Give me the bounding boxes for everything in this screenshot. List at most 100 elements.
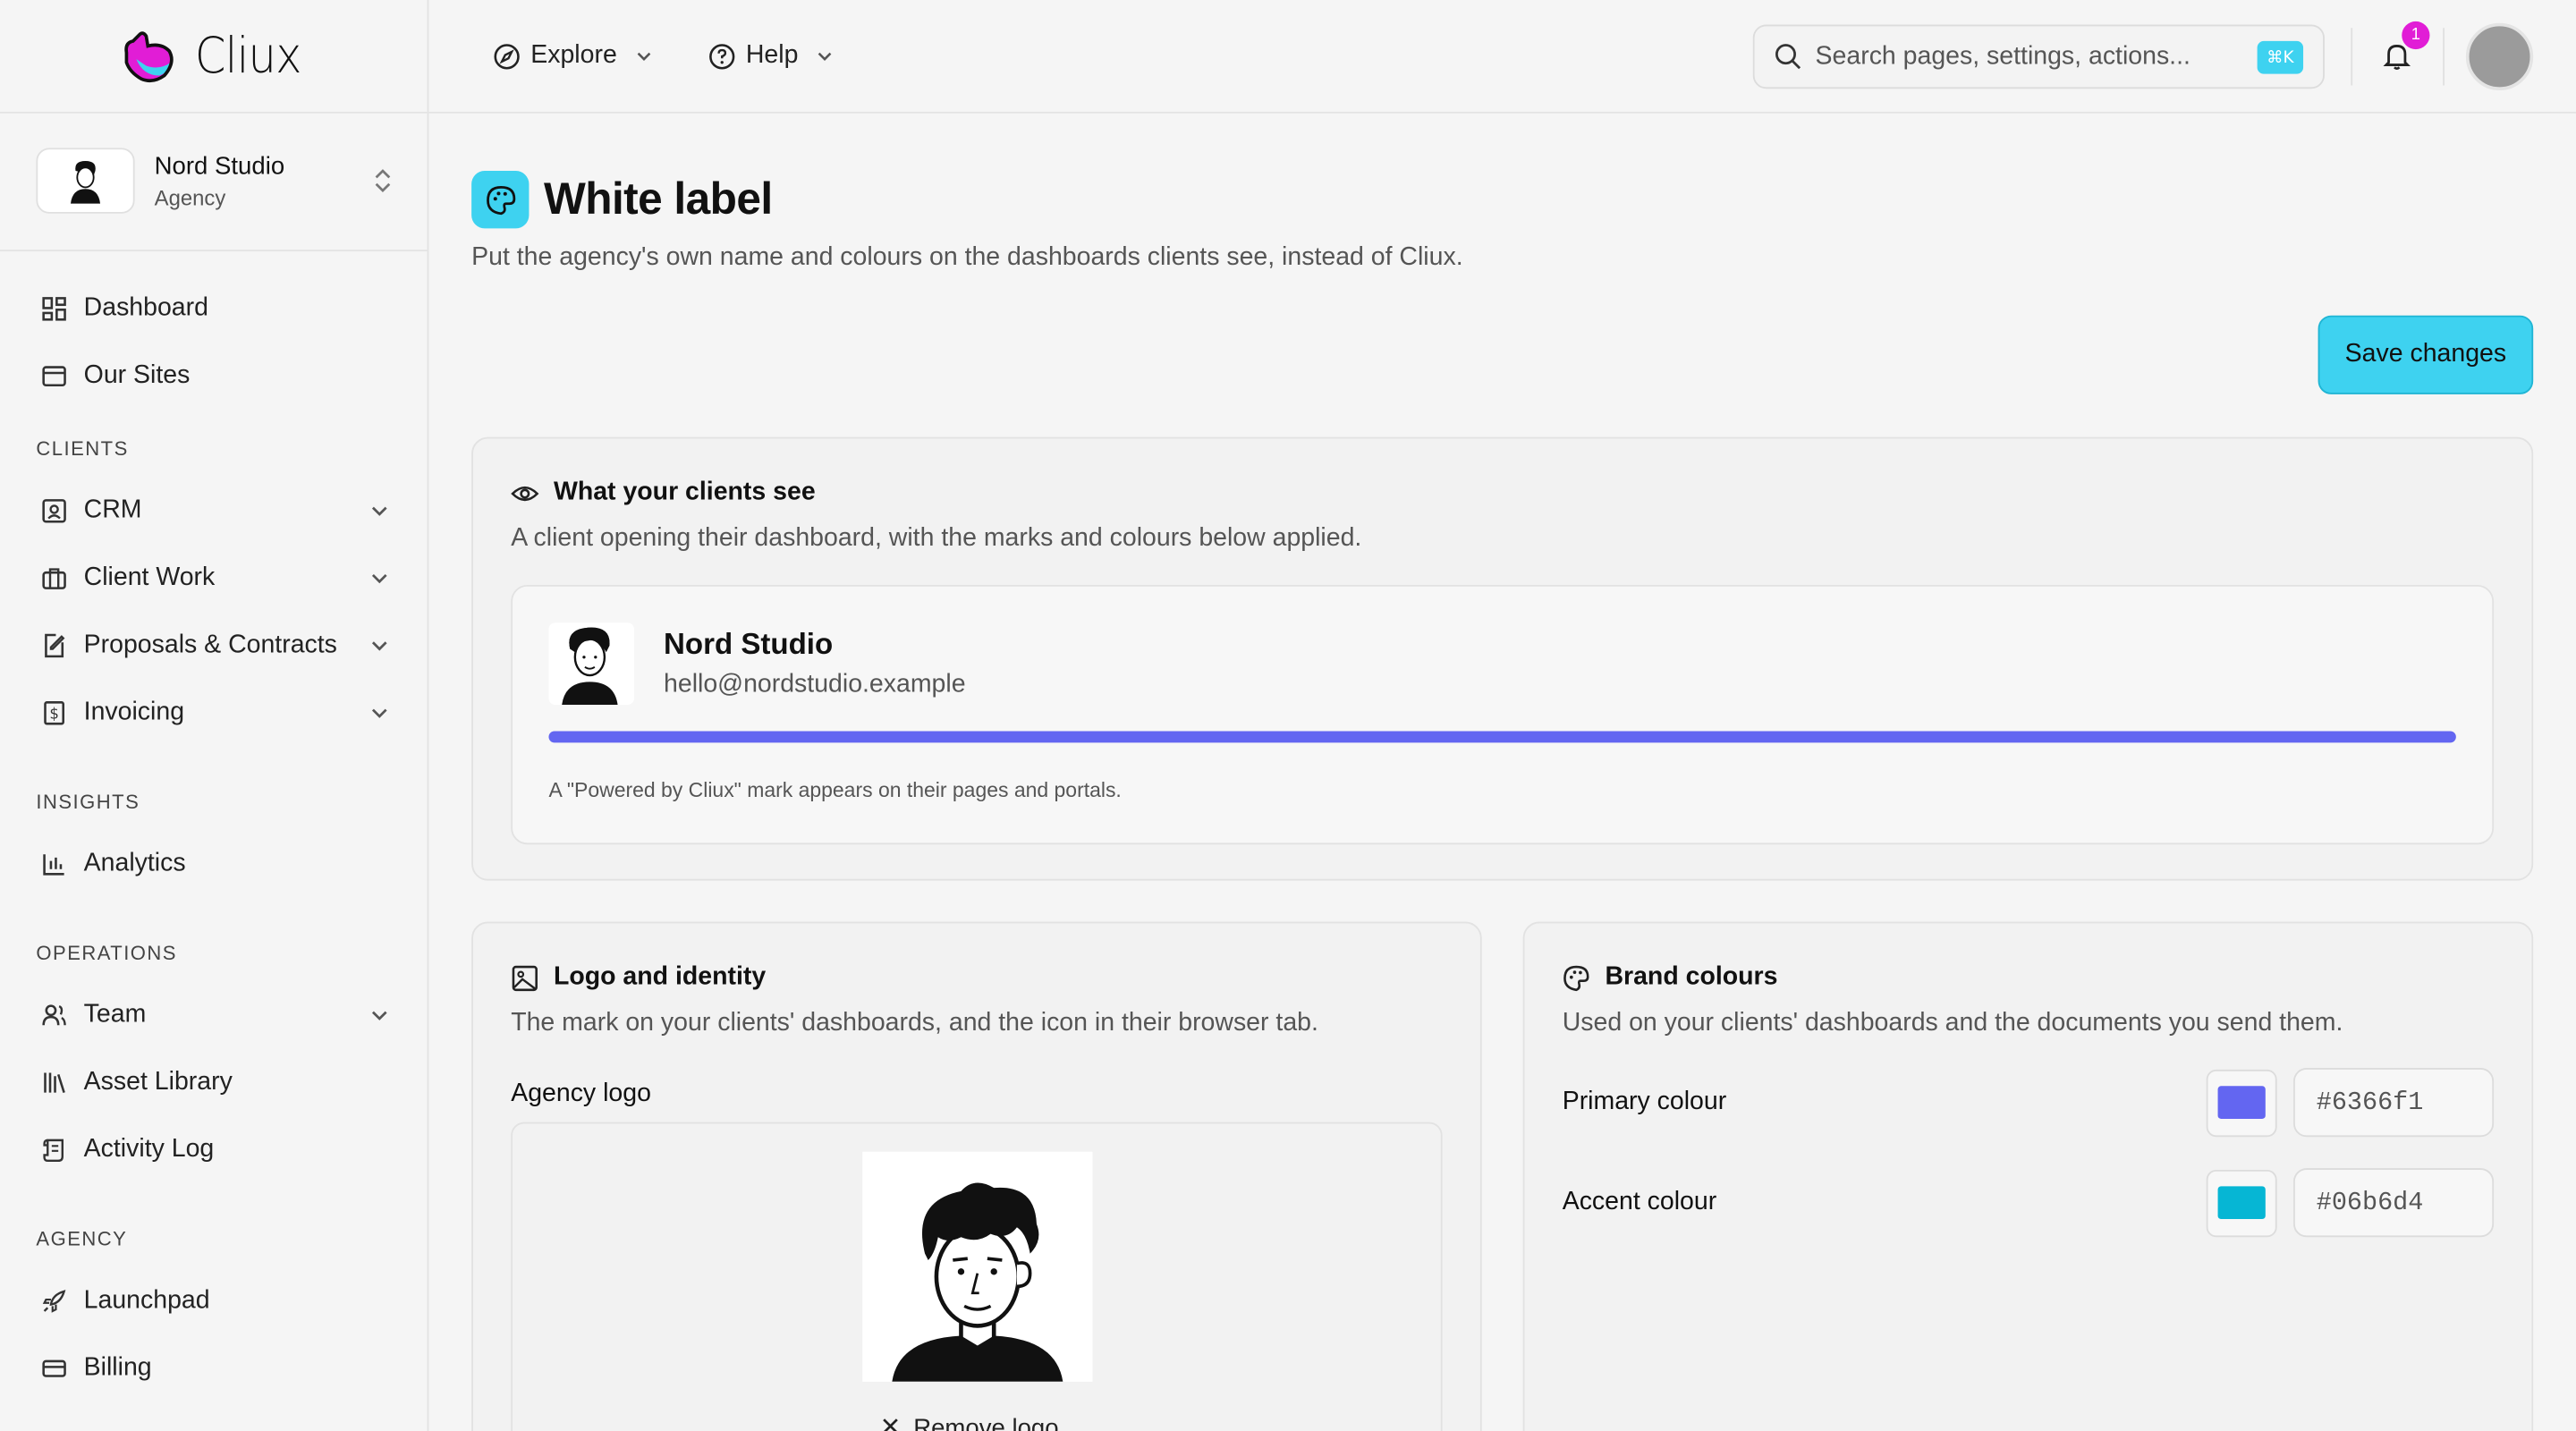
sidebar-item-team[interactable]: Team (0, 981, 428, 1048)
sidebar-item-dashboard[interactable]: Dashboard (0, 275, 428, 342)
accent-colour-label: Accent colour (1562, 1188, 1717, 1216)
sidebar-item-analytics[interactable]: Analytics (0, 830, 428, 897)
dashboard-preview: Nord Studio hello@nordstudio.example A "… (511, 584, 2495, 845)
agency-logo-image (862, 1151, 1093, 1382)
sidebar-section-clients: CLIENTS (36, 436, 129, 461)
accent-colour-picker[interactable] (2206, 1169, 2277, 1237)
close-icon (880, 1415, 900, 1431)
help-label: Help (745, 40, 799, 70)
colours-section-description: Used on your clients' dashboards and the… (1562, 1008, 2343, 1037)
chevron-down-icon (371, 505, 387, 516)
chevron-down-icon (371, 640, 387, 650)
colours-section-title: Brand colours (1605, 962, 1778, 991)
eye-icon (511, 478, 539, 506)
powered-by-note: A "Powered by Cliux" mark appears on the… (548, 778, 1122, 802)
sidebar-item-launchpad[interactable]: Launchpad (0, 1266, 428, 1334)
agency-logo-label: Agency logo (511, 1079, 651, 1108)
sidebar-item-label: Invoicing (83, 697, 185, 726)
sidebar-item-client-work[interactable]: Client Work (0, 544, 428, 611)
help-menu[interactable]: Help (708, 28, 835, 83)
dashboard-icon (39, 293, 69, 323)
invoice-icon: $ (39, 698, 69, 727)
sidebar-section-operations: OPERATIONS (36, 941, 177, 965)
document-edit-icon (39, 630, 69, 659)
workspace-avatar (36, 148, 135, 214)
chevron-down-icon (818, 52, 832, 61)
explore-menu[interactable]: Explore (493, 28, 653, 83)
rocket-icon (39, 1285, 69, 1315)
credit-card-icon (39, 1353, 69, 1383)
compass-icon (494, 43, 520, 69)
brand-logo[interactable]: Cliux (0, 0, 428, 114)
user-avatar[interactable] (2465, 22, 2534, 91)
logo-section-title: Logo and identity (553, 962, 767, 991)
search-input[interactable] (1815, 41, 2243, 72)
page-subtitle: Put the agency's own name and colours on… (471, 242, 1463, 272)
page-title: White label (543, 174, 773, 224)
save-changes-button[interactable]: Save changes (2318, 315, 2534, 394)
sidebar-item-billing[interactable]: Billing (0, 1334, 428, 1401)
sidebar-item-asset-library[interactable]: Asset Library (0, 1048, 428, 1115)
sidebar-item-label: Analytics (83, 848, 186, 877)
remove-logo-label: Remove logo (913, 1414, 1059, 1431)
search-shortcut-badge: ⌘K (2257, 40, 2304, 74)
client-email: hello@nordstudio.example (664, 670, 966, 699)
chevron-down-icon (371, 1010, 387, 1020)
primary-colour-input[interactable] (2293, 1068, 2495, 1138)
primary-colour-label: Primary colour (1562, 1088, 1727, 1116)
sidebar: Cliux Nord Studio Agency Dashboard Our S… (0, 0, 429, 1431)
bar-chart-icon (39, 849, 69, 878)
brand-name: Cliux (194, 27, 302, 85)
sidebar-item-label: Client Work (83, 563, 216, 591)
sidebar-item-label: Team (83, 999, 147, 1029)
svg-text:$: $ (49, 705, 59, 722)
help-circle-icon (709, 43, 735, 69)
sidebar-nav: Dashboard Our Sites CLIENTS CRM Client W… (0, 251, 428, 1401)
logo-section-description: The mark on your clients' dashboards, an… (511, 1008, 1318, 1037)
briefcase-icon (39, 563, 69, 592)
app-root: Cliux Nord Studio Agency Dashboard Our S… (0, 0, 2576, 1431)
cliux-logo-icon (124, 31, 174, 83)
logo-dropzone[interactable]: Remove logo (511, 1122, 1443, 1431)
search-icon (1775, 44, 1801, 70)
primary-colour-row: Primary colour (1562, 1068, 2495, 1138)
primary-colour-bar (548, 731, 2456, 743)
sidebar-item-label: Activity Log (83, 1134, 215, 1163)
divider (2443, 28, 2445, 86)
contact-card-icon (39, 495, 69, 525)
client-logo-preview (548, 622, 634, 706)
chevron-down-icon (636, 52, 650, 61)
sidebar-item-crm[interactable]: CRM (0, 477, 428, 544)
primary-colour-picker[interactable] (2206, 1068, 2277, 1137)
sidebar-item-label: Dashboard (83, 292, 208, 322)
accent-colour-swatch (2217, 1186, 2266, 1220)
workspace-name: Nord Studio (154, 151, 285, 181)
client-name: Nord Studio (664, 627, 834, 661)
global-search[interactable]: ⌘K (1752, 24, 2325, 89)
sidebar-item-proposals-contracts[interactable]: Proposals & Contracts (0, 611, 428, 678)
sidebar-item-our-sites[interactable]: Our Sites (0, 342, 428, 409)
scroll-icon (39, 1134, 69, 1164)
workspace-type: Agency (154, 184, 226, 210)
sidebar-item-label: CRM (83, 495, 142, 524)
workspace-switcher[interactable]: Nord Studio Agency (36, 146, 394, 215)
remove-logo-button[interactable]: Remove logo (880, 1414, 1059, 1431)
accent-colour-input[interactable] (2293, 1168, 2495, 1238)
preview-title: What your clients see (553, 478, 816, 506)
sidebar-section-insights: INSIGHTS (36, 790, 140, 814)
sidebar-item-activity-log[interactable]: Activity Log (0, 1115, 428, 1182)
primary-colour-swatch (2217, 1086, 2266, 1119)
browser-icon (39, 360, 69, 390)
sidebar-item-invoicing[interactable]: $ Invoicing (0, 679, 428, 746)
explore-label: Explore (530, 40, 617, 70)
sidebar-item-label: Asset Library (83, 1067, 233, 1096)
topbar: Explore Help ⌘K 1 (428, 0, 2576, 114)
chevron-down-icon (371, 707, 387, 717)
brand-colours-card: Brand colours Used on your clients' dash… (1522, 921, 2534, 1431)
sidebar-item-label: Billing (83, 1352, 152, 1381)
image-icon (511, 963, 538, 991)
sidebar-section-agency: AGENCY (36, 1227, 128, 1250)
preview-description: A client opening their dashboard, with t… (511, 524, 1362, 553)
palette-icon (471, 171, 530, 229)
palette-icon (1563, 963, 1590, 991)
